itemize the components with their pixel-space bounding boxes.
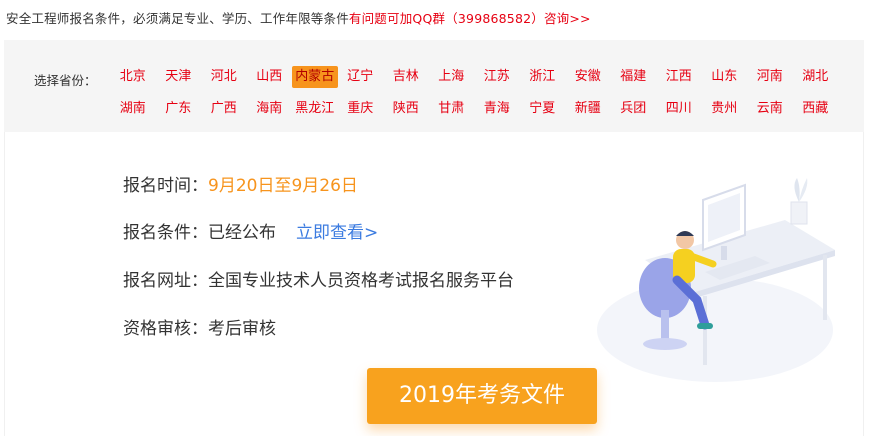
province-row-2: 湖南 广东 广西 海南 黑龙江 重庆 陕西 甘肃 青海 宁夏 新疆 兵团 四川 贵州 云南 西藏: [110, 98, 838, 122]
registration-time: 报名时间：9月20日至9月26日: [123, 171, 358, 196]
exam-documents-button[interactable]: 2019年考务文件: [367, 368, 597, 424]
qq-group-link[interactable]: 有问题可加QQ群（399868582）咨询>>: [349, 11, 591, 26]
registration-website-label: 报名网址：: [123, 271, 208, 291]
province-item[interactable]: 湖北: [793, 66, 839, 88]
province-item[interactable]: 西藏: [793, 98, 839, 120]
province-item[interactable]: 新疆: [565, 98, 611, 120]
view-now-link[interactable]: 立即查看>: [296, 223, 378, 243]
province-item[interactable]: 青海: [474, 98, 520, 120]
province-item[interactable]: 吉林: [383, 66, 429, 88]
registration-conditions: 报名条件：已经公布 立即查看>: [123, 218, 378, 243]
province-row-1: 北京 天津 河北 山西 内蒙古 辽宁 吉林 上海 江苏 浙江 安徽 福建 江西 山东 河南 湖北: [110, 66, 838, 90]
province-selector: 选择省份： 北京 天津 河北 山西 内蒙古 辽宁 吉林 上海 江苏 浙江 安徽 福建 江西 山东 河南 湖北 …: [4, 40, 864, 132]
province-item[interactable]: 甘肃: [429, 98, 475, 120]
person-at-computer-illustration: [597, 178, 835, 382]
province-item[interactable]: 海南: [247, 98, 293, 120]
registration-conditions-label: 报名条件：: [123, 223, 208, 243]
registration-website: 报名网址：全国专业技术人员资格考试报名服务平台: [123, 266, 514, 291]
province-active[interactable]: 内蒙古: [292, 66, 338, 88]
province-item[interactable]: 宁夏: [520, 98, 566, 120]
province-item[interactable]: 北京: [110, 66, 156, 88]
province-item[interactable]: 上海: [429, 66, 475, 88]
province-label: 选择省份：: [34, 73, 97, 88]
province-item[interactable]: 福建: [611, 66, 657, 88]
province-item[interactable]: 陕西: [383, 98, 429, 120]
notice-text: 安全工程师报名条件，必须满足专业、学历、工作年限等条件: [6, 11, 349, 26]
qualification-review: 资格审核：考后审核: [123, 314, 276, 339]
province-item[interactable]: 浙江: [520, 66, 566, 88]
qualification-review-value: 考后审核: [208, 319, 276, 339]
province-item[interactable]: 山西: [247, 66, 293, 88]
province-item[interactable]: 江苏: [474, 66, 520, 88]
province-item[interactable]: 云南: [747, 98, 793, 120]
notice-bar: 安全工程师报名条件，必须满足专业、学历、工作年限等条件有问题可加QQ群（3998…: [6, 8, 591, 27]
province-item[interactable]: 山东: [702, 66, 748, 88]
province-item[interactable]: 河北: [201, 66, 247, 88]
province-item[interactable]: 黑龙江: [292, 98, 338, 120]
province-item[interactable]: 广西: [201, 98, 247, 120]
province-item[interactable]: 辽宁: [338, 66, 384, 88]
qualification-review-label: 资格审核：: [123, 319, 208, 339]
province-item[interactable]: 湖南: [110, 98, 156, 120]
province-item[interactable]: 兵团: [611, 98, 657, 120]
registration-conditions-value: 已经公布: [208, 223, 276, 243]
province-item[interactable]: 重庆: [338, 98, 384, 120]
province-item[interactable]: 河南: [747, 66, 793, 88]
province-item[interactable]: 贵州: [702, 98, 748, 120]
province-item[interactable]: 广东: [156, 98, 202, 120]
registration-time-label: 报名时间：: [123, 176, 208, 196]
province-item[interactable]: 安徽: [565, 66, 611, 88]
registration-time-value: 9月20日至9月26日: [208, 176, 358, 196]
province-item[interactable]: 江西: [656, 66, 702, 88]
province-item[interactable]: 四川: [656, 98, 702, 120]
province-item[interactable]: 天津: [156, 66, 202, 88]
registration-website-value[interactable]: 全国专业技术人员资格考试报名服务平台: [208, 271, 514, 291]
